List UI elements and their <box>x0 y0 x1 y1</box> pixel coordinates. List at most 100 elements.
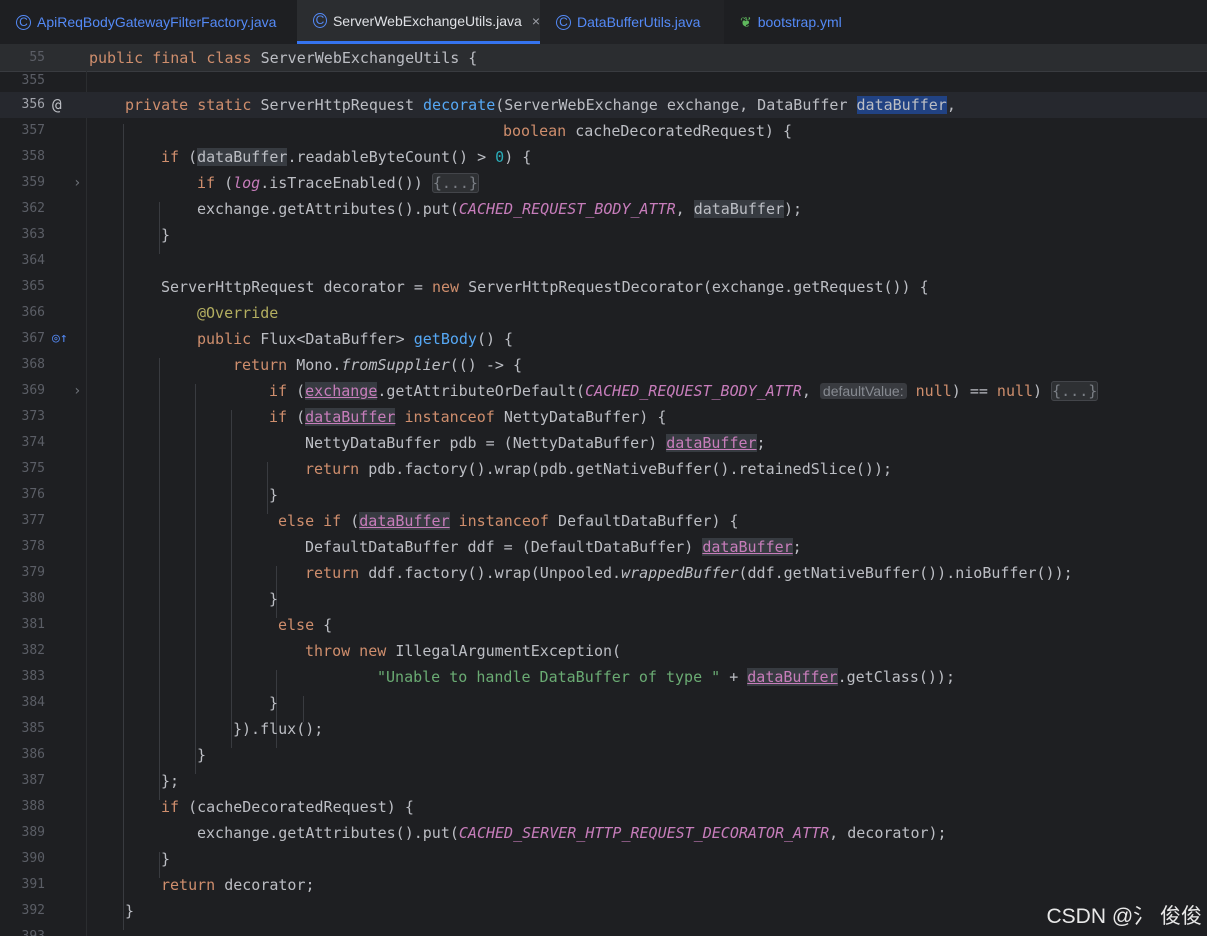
line-number: 379 <box>21 565 45 580</box>
code-token: if <box>197 174 225 192</box>
code-line[interactable]: 393 <box>0 924 1207 936</box>
code-line[interactable]: 384 } <box>0 690 1207 716</box>
code-line[interactable]: 379 return ddf.factory().wrap(Unpooled.w… <box>0 560 1207 586</box>
code-token: boolean <box>503 122 576 140</box>
code-token: null <box>996 382 1034 400</box>
tab-label: DataBufferUtils.java <box>577 14 701 30</box>
code-token: dataBuffer <box>747 668 838 686</box>
code-token: 0 <box>495 148 505 166</box>
line-number: 374 <box>21 435 45 450</box>
code-token: else if <box>278 512 351 530</box>
code-token: if <box>161 148 189 166</box>
tab-data-buffer-utils[interactable]: C DataBufferUtils.java <box>540 0 724 44</box>
line-number: 378 <box>21 539 45 554</box>
code-token: ) { <box>504 148 532 166</box>
code-editor[interactable]: 55 public final class ServerWebExchangeU… <box>0 45 1207 936</box>
annotation-gutter-icon[interactable]: @ <box>52 92 62 118</box>
line-number: 390 <box>21 851 45 866</box>
code-line[interactable]: 376 } <box>0 482 1207 508</box>
line-number: 365 <box>21 279 45 294</box>
code-line[interactable]: 369 › if (exchange.getAttributeOrDefault… <box>0 378 1207 404</box>
line-number: 373 <box>21 409 45 424</box>
line-number: 386 <box>21 747 45 762</box>
line-number: 380 <box>21 591 45 606</box>
code-token: dataBuffer <box>693 200 785 218</box>
tab-label: ApiReqBodyGatewayFilterFactory.java <box>37 14 277 30</box>
code-token: .getClass()); <box>837 668 955 686</box>
tab-label: bootstrap.yml <box>757 14 842 30</box>
code-line[interactable]: 365 ServerHttpRequest decorator = new Se… <box>0 274 1207 300</box>
code-line[interactable]: 367 ◎↑ public Flux<DataBuffer> getBody()… <box>0 326 1207 352</box>
code-token: ) <box>1033 382 1052 400</box>
code-token: getBody <box>413 330 477 348</box>
code-line[interactable]: 363 } <box>0 222 1207 248</box>
code-line[interactable]: 387 }; <box>0 768 1207 794</box>
code-line[interactable]: 362 exchange.getAttributes().put(CACHED_… <box>0 196 1207 222</box>
code-line[interactable]: 375 return pdb.factory().wrap(pdb.getNat… <box>0 456 1207 482</box>
line-number: 376 <box>21 487 45 502</box>
code-token: } <box>269 486 279 504</box>
tab-api-req-body-gateway-filter-factory[interactable]: C ApiReqBodyGatewayFilterFactory.java <box>0 0 297 44</box>
code-line[interactable]: 383 "Unable to handle DataBuffer of type… <box>0 664 1207 690</box>
folded-code-block[interactable]: {...} <box>1051 381 1099 401</box>
code-token: } <box>161 226 171 244</box>
java-class-icon: C <box>16 14 31 30</box>
fold-chevron-icon[interactable]: › <box>73 170 81 196</box>
code-line[interactable]: 358 if (dataBuffer.readableByteCount() >… <box>0 144 1207 170</box>
code-line[interactable]: 382 throw new IllegalArgumentException( <box>0 638 1207 664</box>
code-line[interactable]: 385 }).flux(); <box>0 716 1207 742</box>
code-token: "Unable to handle DataBuffer of type " <box>377 668 730 686</box>
code-token: decorator; <box>224 876 315 894</box>
code-token: () { <box>476 330 514 348</box>
code-token: ( <box>296 408 306 426</box>
close-tab-icon[interactable]: × <box>532 13 540 29</box>
code-line[interactable]: 381 else { <box>0 612 1207 638</box>
line-number: 357 <box>21 123 45 138</box>
code-token: dataBuffer <box>702 538 793 556</box>
code-line[interactable]: 373 if (dataBuffer instanceof NettyDataB… <box>0 404 1207 430</box>
code-line[interactable]: 366 @Override <box>0 300 1207 326</box>
folded-code-block[interactable]: {...} <box>431 173 479 193</box>
code-token: ( <box>188 148 198 166</box>
code-line[interactable]: 378 DefaultDataBuffer ddf = (DefaultData… <box>0 534 1207 560</box>
tab-server-web-exchange-utils[interactable]: C ServerWebExchangeUtils.java × <box>297 0 540 44</box>
line-number: 391 <box>21 877 45 892</box>
code-line[interactable]: 364 <box>0 248 1207 274</box>
tab-bootstrap-yml[interactable]: ❦ bootstrap.yml <box>724 0 864 44</box>
code-line[interactable]: 357 boolean cacheDecoratedRequest) { <box>0 118 1207 144</box>
override-method-icon[interactable]: ◎↑ <box>52 326 68 352</box>
code-line[interactable]: 392 } <box>0 898 1207 924</box>
code-token: , decorator); <box>829 824 947 842</box>
code-line[interactable]: 389 exchange.getAttributes().put(CACHED_… <box>0 820 1207 846</box>
code-line[interactable]: 386 } <box>0 742 1207 768</box>
code-line[interactable]: 390 } <box>0 846 1207 872</box>
code-line[interactable]: 374 NettyDataBuffer pdb = (NettyDataBuff… <box>0 430 1207 456</box>
code-token: Flux<DataBuffer> <box>260 330 414 348</box>
code-token: ServerHttpRequestDecorator(exchange.getR… <box>468 278 929 296</box>
code-token-selected: dataBuffer <box>856 96 947 114</box>
java-class-icon: C <box>556 14 571 30</box>
code-token: else <box>278 616 324 634</box>
yaml-file-icon: ❦ <box>740 13 752 30</box>
code-token: + <box>729 668 748 686</box>
line-number: 392 <box>21 903 45 918</box>
code-line[interactable]: 380 } <box>0 586 1207 612</box>
fold-chevron-icon[interactable]: › <box>73 378 81 404</box>
line-number: 364 <box>21 253 45 268</box>
code-line-current[interactable]: 356 @ private static ServerHttpRequest d… <box>0 92 1207 118</box>
code-token: }).flux(); <box>233 720 324 738</box>
code-token: public final class <box>89 49 261 67</box>
code-line[interactable]: 368 return Mono.fromSupplier(() -> { <box>0 352 1207 378</box>
code-line[interactable]: 355 <box>0 68 1207 94</box>
code-line[interactable]: 377 else if (dataBuffer instanceof Defau… <box>0 508 1207 534</box>
code-token: DefaultDataBuffer ddf = (DefaultDataBuff… <box>305 538 703 556</box>
code-line[interactable]: 388 if (cacheDecoratedRequest) { <box>0 794 1207 820</box>
code-token: dataBuffer <box>197 148 288 166</box>
code-token: pdb.factory().wrap(pdb.getNativeBuffer()… <box>368 460 893 478</box>
code-line[interactable]: 359 › if (log.isTraceEnabled()) {...} <box>0 170 1207 196</box>
code-token: (cacheDecoratedRequest) { <box>188 798 414 816</box>
code-line[interactable]: 391 return decorator; <box>0 872 1207 898</box>
line-number: 387 <box>21 773 45 788</box>
line-number: 356 <box>21 97 45 112</box>
code-token: CACHED_SERVER_HTTP_REQUEST_DECORATOR_ATT… <box>458 824 830 842</box>
